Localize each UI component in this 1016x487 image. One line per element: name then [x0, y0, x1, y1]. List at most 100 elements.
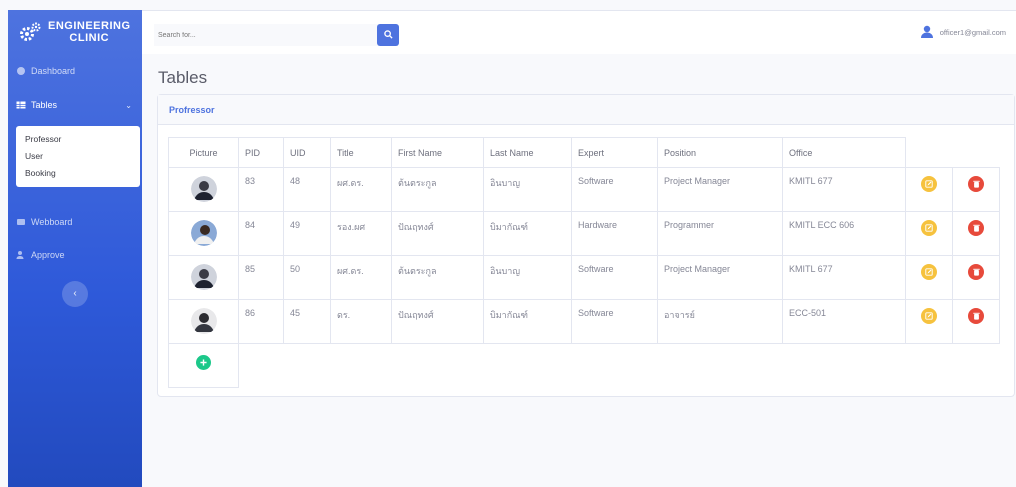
sidebar-item-webboard[interactable]: Webboard [8, 209, 142, 235]
column-header-delete [953, 138, 1000, 168]
pid-cell: 86 [238, 299, 284, 344]
sidebar-item-dashboard[interactable]: Dashboard [8, 58, 142, 84]
expert-cell: Software [571, 255, 658, 300]
office-cell: KMITL ECC 606 [782, 211, 906, 256]
brand-line1: ENGINEERING [48, 20, 131, 32]
uid-cell: 45 [283, 299, 331, 344]
table-header-row: Picture PID UID Title First Name Last Na… [168, 137, 1000, 168]
dashboard-icon [17, 67, 25, 75]
sidebar-item-label: Dashboard [31, 66, 76, 76]
edit-button[interactable] [921, 176, 937, 192]
trash-icon [972, 224, 980, 232]
user-check-icon [16, 251, 24, 259]
column-header-position: Position [657, 137, 783, 168]
uid-cell: 49 [283, 211, 331, 256]
user-email: officer1@gmail.com [939, 27, 1006, 37]
professor-card: Profressor Picture PID UID Title First N… [157, 94, 1015, 397]
title-cell: ผศ.ดร. [330, 167, 392, 212]
sidebar-item-tables[interactable]: Tables ⌄ [8, 92, 142, 118]
delete-button[interactable] [968, 264, 984, 280]
edit-cell [905, 167, 953, 212]
card-title: Profressor [158, 95, 1014, 125]
first-name-cell: ต้นตระกูล [391, 255, 484, 300]
edit-cell [905, 299, 953, 344]
column-header-picture: Picture [168, 137, 239, 168]
office-cell: KMITL 677 [782, 255, 906, 300]
trash-icon [972, 180, 980, 188]
pid-cell: 84 [238, 211, 284, 256]
professor-table: Picture PID UID Title First Name Last Na… [168, 137, 1000, 388]
position-cell: Project Manager [657, 167, 783, 212]
pid-cell: 83 [238, 167, 284, 212]
brand[interactable]: ENGINEERING CLINIC [8, 10, 142, 54]
add-row-spacer [239, 344, 1000, 388]
column-header-edit [906, 138, 953, 168]
topbar: officer1@gmail.com [142, 10, 1016, 54]
submenu-item-professor[interactable]: Professor [16, 131, 140, 148]
avatar [190, 308, 217, 334]
user-menu[interactable]: officer1@gmail.com [920, 25, 1006, 39]
edit-cell [905, 211, 953, 256]
first-name-cell: ปัณฤทงศ์ [391, 299, 484, 344]
edit-button[interactable] [921, 220, 937, 236]
delete-button[interactable] [968, 176, 984, 192]
plus-icon [200, 359, 207, 366]
sidebar-item-label: Approve [31, 250, 65, 260]
sidebar-toggle-button[interactable]: ‹ [62, 281, 88, 307]
submenu-item-user[interactable]: User [16, 148, 140, 165]
column-header-uid: UID [283, 137, 331, 168]
delete-cell [952, 211, 1000, 256]
picture-cell [168, 211, 239, 256]
expert-cell: Software [571, 167, 658, 212]
board-icon [17, 219, 25, 225]
avatar [190, 220, 217, 246]
table-row: 86 45 ดร. ปัณฤทงศ์ บิมากัณฑ์ Software อา… [168, 299, 1000, 344]
search-input[interactable] [154, 24, 378, 46]
edit-icon [925, 180, 933, 188]
column-header-expert: Expert [571, 137, 658, 168]
position-cell: Project Manager [657, 255, 783, 300]
last-name-cell: บิมากัณฑ์ [483, 299, 572, 344]
delete-cell [952, 167, 1000, 212]
title-cell: ผศ.ดร. [330, 255, 392, 300]
delete-cell [952, 255, 1000, 300]
gears-icon [20, 22, 41, 41]
edit-button[interactable] [921, 308, 937, 324]
trash-icon [972, 268, 980, 276]
column-header-last-name: Last Name [483, 137, 572, 168]
last-name-cell: บิมากัณฑ์ [483, 211, 572, 256]
brand-line2: CLINIC [69, 32, 110, 44]
expert-cell: Hardware [571, 211, 658, 256]
edit-icon [925, 268, 933, 276]
edit-icon [925, 312, 933, 320]
edit-icon [925, 224, 933, 232]
add-professor-button[interactable] [196, 355, 211, 370]
sidebar-item-label: Webboard [31, 217, 73, 227]
uid-cell: 48 [283, 167, 331, 212]
trash-icon [972, 312, 980, 320]
column-header-office: Office [782, 137, 906, 168]
page-title: Tables [158, 68, 208, 87]
edit-button[interactable] [921, 264, 937, 280]
last-name-cell: อินบาญ [483, 167, 572, 212]
delete-button[interactable] [968, 308, 984, 324]
add-row [168, 343, 1000, 388]
picture-cell [168, 255, 239, 300]
search-button[interactable] [377, 24, 399, 46]
sidebar-item-approve[interactable]: Approve [8, 242, 142, 268]
delete-button[interactable] [968, 220, 984, 236]
submenu-item-booking[interactable]: Booking [16, 165, 140, 182]
first-name-cell: ปัณฤทงศ์ [391, 211, 484, 256]
table-row: 84 49 รอง.ผศ ปัณฤทงศ์ บิมากัณฑ์ Hardware… [168, 211, 1000, 256]
first-name-cell: ต้นตระกูล [391, 167, 484, 212]
title-cell: รอง.ผศ [330, 211, 392, 256]
add-cell [168, 343, 239, 388]
picture-cell [168, 167, 239, 212]
uid-cell: 50 [283, 255, 331, 300]
table-row: 85 50 ผศ.ดร. ต้นตระกูล อินบาญ Software P… [168, 255, 1000, 300]
sidebar-item-label: Tables [31, 100, 58, 110]
table-icon [16, 101, 26, 109]
position-cell: Programmer [657, 211, 783, 256]
search-icon [383, 30, 393, 39]
title-cell: ดร. [330, 299, 392, 344]
